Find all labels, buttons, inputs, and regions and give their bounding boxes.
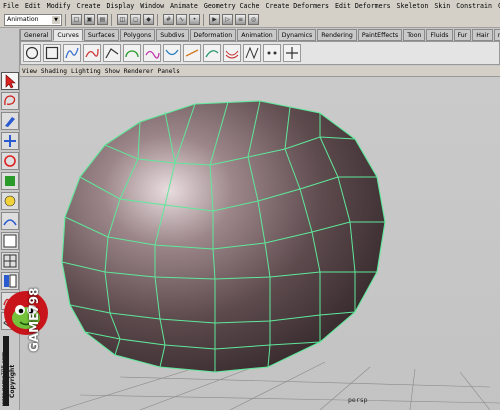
watermark-copyright: Copyright xyxy=(9,364,16,398)
panel-menubar: View Shading Lighting Show Renderer Panels xyxy=(20,66,500,77)
menu-create[interactable]: Create xyxy=(74,2,104,10)
shelf-tabs: General Curves Surfaces Polygons Subdivs Defo… xyxy=(20,29,500,41)
extend-curve-icon[interactable] xyxy=(203,44,221,62)
divider xyxy=(65,13,66,26)
panel-menu-show[interactable]: Show xyxy=(103,68,122,75)
new-scene-icon[interactable]: □ xyxy=(71,14,82,25)
save-scene-icon[interactable]: ▤ xyxy=(97,14,108,25)
main-menubar: File Edit Modify Create Display Window Animate… xyxy=(0,0,500,12)
tab-curves[interactable]: Curves xyxy=(53,29,83,41)
scale-tool-icon[interactable] xyxy=(1,172,19,190)
add-points-icon[interactable] xyxy=(263,44,281,62)
menu-file[interactable]: File xyxy=(0,2,22,10)
menu-window[interactable]: Window xyxy=(137,2,167,10)
tab-hair[interactable]: Hair xyxy=(472,29,493,41)
tab-toon[interactable]: Toon xyxy=(403,29,426,41)
rebuild-curve-icon[interactable] xyxy=(243,44,261,62)
viewport-canvas xyxy=(20,77,500,410)
snap-curve-icon[interactable]: ∿ xyxy=(176,14,187,25)
snap-grid-icon[interactable]: # xyxy=(163,14,174,25)
tab-painteffects[interactable]: PaintEffects xyxy=(357,29,403,41)
offset-curve-icon[interactable] xyxy=(223,44,241,62)
tab-subdivs[interactable]: Subdivs xyxy=(156,29,189,41)
curve-edit-icon[interactable] xyxy=(283,44,301,62)
menu-skin[interactable]: Skin xyxy=(431,2,453,10)
lasso-tool-icon[interactable] xyxy=(1,92,19,110)
rotate-tool-icon[interactable] xyxy=(1,152,19,170)
menu-animate[interactable]: Animate xyxy=(167,2,201,10)
menu-edit[interactable]: Edit xyxy=(22,2,44,10)
render-icon[interactable]: ▶ xyxy=(209,14,220,25)
chevron-down-icon: ▼ xyxy=(52,15,60,24)
menu-create-deformers[interactable]: Create Deformers xyxy=(262,2,332,10)
tab-polygons[interactable]: Polygons xyxy=(119,29,156,41)
shelf-curves xyxy=(20,41,500,65)
select-tool-icon[interactable] xyxy=(1,72,19,90)
cv-curve-icon[interactable] xyxy=(63,44,81,62)
paint-select-icon[interactable] xyxy=(1,112,19,130)
persp-viewport[interactable]: persp xyxy=(20,77,500,410)
render-settings-icon[interactable]: ≡ xyxy=(235,14,246,25)
detach-curves-icon[interactable] xyxy=(163,44,181,62)
panel-menu-renderer[interactable]: Renderer xyxy=(122,68,156,75)
menu-character[interactable]: Character xyxy=(495,2,500,10)
move-tool-icon[interactable] xyxy=(1,132,19,150)
menu-edit-deformers[interactable]: Edit Deformers xyxy=(332,2,394,10)
menu-display[interactable]: Display xyxy=(103,2,137,10)
panel-menu-shading[interactable]: Shading xyxy=(39,68,69,75)
tab-surfaces[interactable]: Surfaces xyxy=(83,29,119,41)
divider xyxy=(157,13,158,26)
select-hierarchy-icon[interactable]: ◫ xyxy=(117,14,128,25)
select-component-icon[interactable]: ◆ xyxy=(143,14,154,25)
four-view-icon[interactable] xyxy=(1,252,19,270)
tab-general[interactable]: General xyxy=(20,29,53,41)
nurbs-square-icon[interactable] xyxy=(43,44,61,62)
menu-geometry-cache[interactable]: Geometry Cache xyxy=(201,2,263,10)
divider xyxy=(111,13,112,26)
attach-curves-icon[interactable] xyxy=(143,44,161,62)
menu-skeleton[interactable]: Skeleton xyxy=(394,2,432,10)
nurbs-circle-icon[interactable] xyxy=(23,44,41,62)
tab-fluids[interactable]: Fluids xyxy=(426,29,453,41)
panel-menu-lighting[interactable]: Lighting xyxy=(69,68,103,75)
watermark-url: www.game798.com xyxy=(1,351,7,406)
tab-deformation[interactable]: Deformation xyxy=(189,29,237,41)
insert-knot-icon[interactable] xyxy=(183,44,201,62)
status-line: Animation ▼ □ ▣ ▤ ◫ ◻ ◆ # ∿ • ▶ ▷ ≡ ◎ xyxy=(0,12,500,28)
soft-modify-icon[interactable] xyxy=(1,212,19,230)
tab-dynamics[interactable]: Dynamics xyxy=(277,29,317,41)
arc-icon[interactable] xyxy=(123,44,141,62)
tab-fur[interactable]: Fur xyxy=(453,29,472,41)
hypershade-icon[interactable]: ◎ xyxy=(248,14,259,25)
select-object-icon[interactable]: ◻ xyxy=(130,14,141,25)
tab-ncloth[interactable]: nCloth xyxy=(493,29,500,41)
panel-menu-panels[interactable]: Panels xyxy=(156,68,182,75)
ep-curve-icon[interactable] xyxy=(83,44,101,62)
camera-label: persp xyxy=(348,396,368,404)
menu-set-value: Animation xyxy=(7,15,39,23)
divider xyxy=(203,13,204,26)
watermark-title: GAME798 xyxy=(27,287,41,352)
single-view-icon[interactable] xyxy=(1,232,19,250)
panel-menu-view[interactable]: View xyxy=(20,68,39,75)
tab-animation[interactable]: Animation xyxy=(237,29,277,41)
ipr-render-icon[interactable]: ▷ xyxy=(222,14,233,25)
menu-set-select[interactable]: Animation ▼ xyxy=(4,13,62,26)
menu-modify[interactable]: Modify xyxy=(44,2,74,10)
manipulator-icon[interactable] xyxy=(1,192,19,210)
open-scene-icon[interactable]: ▣ xyxy=(84,14,95,25)
tab-rendering[interactable]: Rendering xyxy=(317,29,357,41)
menu-constrain[interactable]: Constrain xyxy=(453,2,495,10)
pencil-curve-icon[interactable] xyxy=(103,44,121,62)
snap-point-icon[interactable]: • xyxy=(189,14,200,25)
